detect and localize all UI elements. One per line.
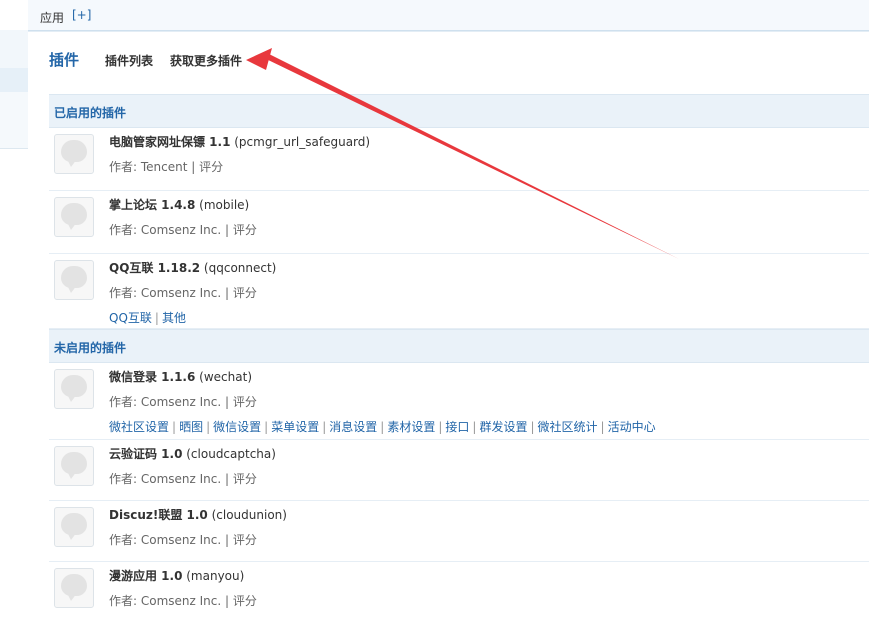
rate-link[interactable]: 评分 [233,533,257,547]
plugin-links: QQ互联 | 其他 [109,311,186,325]
plugin-setting-link[interactable]: 微社区统计 [538,420,598,434]
plugin-name: 电脑管家网址保镖 1.1 (pcmgr_url_safeguard) [109,135,371,149]
plugin-row: 云验证码 1.0 (cloudcaptcha) 作者: Comsenz Inc.… [49,440,869,501]
rate-link[interactable]: 评分 [233,223,257,237]
plugin-setting-link[interactable]: 菜单设置 [271,420,319,434]
plugin-icon [54,507,94,547]
rate-link[interactable]: 评分 [233,286,257,300]
plugin-links: 微社区设置 | 晒图 | 微信设置 | 菜单设置 | 消息设置 | 素材设置 | 接口 | 群发设置 | 微社区… [109,420,656,434]
left-sidebar [0,0,29,603]
plugin-icon [54,446,94,486]
plugin-row: QQ互联 1.18.2 (qqconnect) 作者: Comsenz Inc.… [49,254,869,329]
plugin-setting-link[interactable]: 晒图 [179,420,203,434]
plugin-list-link[interactable]: 插件列表 [105,52,153,69]
plugin-meta: 作者: Comsenz Inc. | 评分 [109,286,257,300]
plugin-setting-link[interactable]: 素材设置 [387,420,435,434]
enabled-plugins-header: 已启用的插件 [49,94,869,128]
plugin-setting-link[interactable]: 消息设置 [329,420,377,434]
plugin-meta: 作者: Comsenz Inc. | 评分 [109,395,257,409]
rate-link[interactable]: 评分 [233,594,257,608]
plugin-name: 掌上论坛 1.4.8 (mobile) [109,198,250,212]
plugin-row: 电脑管家网址保镖 1.1 (pcmgr_url_safeguard) 作者: T… [49,128,869,191]
plugin-setting-link[interactable]: 微信设置 [213,420,261,434]
rate-link[interactable]: 评分 [233,472,257,486]
section-title: 未启用的插件 [54,341,127,355]
plugin-name: 漫游应用 1.0 (manyou) [109,569,245,583]
add-app-link[interactable]: [+] [72,8,91,22]
plugin-setting-link[interactable]: 群发设置 [479,420,527,434]
rate-link[interactable]: 评分 [233,395,257,409]
plugin-icon [54,134,94,174]
plugin-name: 云验证码 1.0 (cloudcaptcha) [109,447,276,461]
section-title: 已启用的插件 [54,106,127,120]
plugin-setting-link[interactable]: 微社区设置 [109,420,169,434]
plugin-meta: 作者: Comsenz Inc. | 评分 [109,594,257,608]
plugin-name: QQ互联 1.18.2 (qqconnect) [109,261,277,275]
plugin-icon [54,260,94,300]
rate-link[interactable]: 评分 [199,160,223,174]
plugin-meta: 作者: Comsenz Inc. | 评分 [109,223,257,237]
plugin-icon [54,369,94,409]
page-title: 插件 [49,51,80,69]
plugin-meta: 作者: Comsenz Inc. | 评分 [109,533,257,547]
disabled-plugins-header: 未启用的插件 [49,329,869,363]
plugin-row: 掌上论坛 1.4.8 (mobile) 作者: Comsenz Inc. | 评… [49,191,869,254]
plugin-setting-link[interactable]: QQ互联 [109,311,152,325]
sidebar-tab-active[interactable] [0,68,28,92]
plugin-setting-link[interactable]: 接口 [445,420,469,434]
top-bar: 应用 [+] [28,0,869,31]
app-label: 应用 [40,11,65,25]
plugin-meta: 作者: Tencent | 评分 [109,160,224,174]
plugin-row: 微信登录 1.1.6 (wechat) 作者: Comsenz Inc. | 评… [49,363,869,440]
plugin-name: Discuz!联盟 1.0 (cloudunion) [109,508,287,522]
plugin-row: Discuz!联盟 1.0 (cloudunion) 作者: Comsenz I… [49,501,869,562]
sidebar-tab[interactable] [0,30,28,68]
plugin-row: 漫游应用 1.0 (manyou) 作者: Comsenz Inc. | 评分 [49,562,869,622]
sidebar-tab[interactable] [0,92,28,149]
plugin-icon [54,568,94,608]
plugin-icon [54,197,94,237]
plugin-setting-link[interactable]: 其他 [162,311,186,325]
plugin-name: 微信登录 1.1.6 (wechat) [109,370,252,384]
plugin-meta: 作者: Comsenz Inc. | 评分 [109,472,257,486]
plugin-setting-link[interactable]: 活动中心 [608,420,656,434]
get-more-plugins-link[interactable]: 获取更多插件 [170,52,242,69]
main-content: 插件 插件列表 获取更多插件 已启用的插件 电脑管家网址保镖 1.1 (pcmg… [28,31,869,608]
